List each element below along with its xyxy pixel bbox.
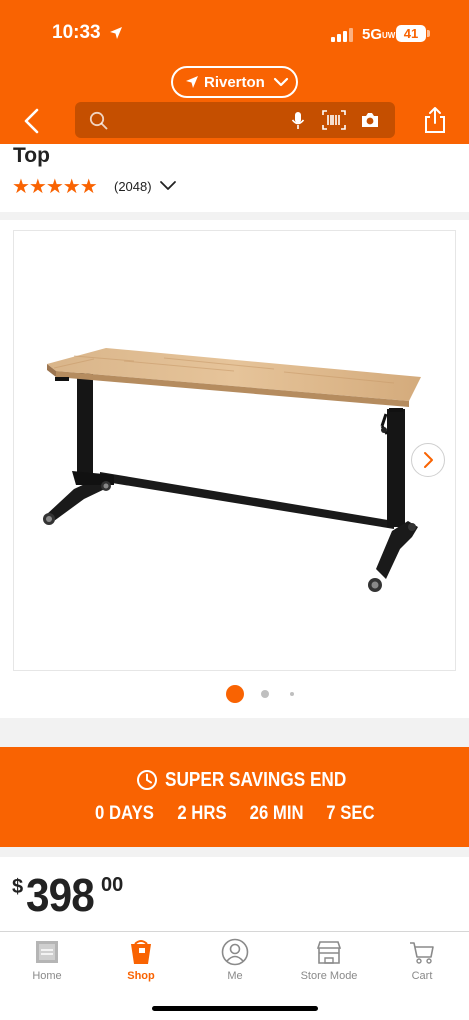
battery-tip bbox=[427, 30, 430, 37]
countdown-seconds: 7 SEC bbox=[326, 803, 375, 824]
tab-store-mode[interactable]: Store Mode bbox=[282, 932, 376, 992]
section-divider bbox=[0, 212, 469, 220]
back-button[interactable] bbox=[20, 108, 44, 134]
rating-stars-icon: ★★★★★ bbox=[12, 176, 98, 198]
super-savings-banner: SUPER SAVINGS END 0 DAYS 2 HRS 26 MIN 7 … bbox=[0, 747, 469, 847]
countdown-minutes: 26 MIN bbox=[249, 803, 304, 824]
store-location-label: Riverton bbox=[204, 74, 265, 91]
microphone-icon[interactable] bbox=[291, 111, 305, 131]
app-header: Riverton bbox=[0, 58, 469, 144]
product-title: Top bbox=[13, 144, 50, 167]
share-icon[interactable] bbox=[422, 106, 448, 134]
countdown-hours: 2 HRS bbox=[177, 803, 227, 824]
tab-label: Store Mode bbox=[300, 970, 358, 982]
tab-label: Cart bbox=[411, 970, 433, 982]
tab-shop[interactable]: Shop bbox=[94, 932, 188, 992]
location-arrow-icon bbox=[186, 76, 198, 88]
product-image bbox=[43, 348, 421, 592]
cart-icon bbox=[410, 942, 434, 964]
shop-bucket-icon bbox=[131, 940, 151, 964]
store-location-selector[interactable]: Riverton bbox=[171, 66, 298, 98]
clock-icon bbox=[137, 770, 157, 790]
chevron-down-icon[interactable] bbox=[159, 179, 177, 193]
tab-me[interactable]: Me bbox=[188, 932, 282, 992]
battery-level: 41 bbox=[396, 25, 426, 42]
gallery-pagination bbox=[0, 685, 469, 703]
pagination-dot[interactable] bbox=[290, 692, 294, 696]
location-arrow-icon bbox=[110, 27, 122, 39]
next-image-button[interactable] bbox=[411, 443, 445, 477]
promo-title: SUPER SAVINGS END bbox=[165, 769, 347, 791]
pagination-dot-active[interactable] bbox=[226, 685, 244, 703]
tab-label: Home bbox=[32, 970, 62, 982]
price-dollars: 398 bbox=[26, 869, 95, 921]
review-count: (2048) bbox=[114, 179, 152, 194]
status-time: 10:33 bbox=[52, 22, 101, 43]
tab-label: Me bbox=[227, 970, 243, 982]
cellular-signal-icon bbox=[331, 28, 355, 42]
status-bar: 10:33 5GUW 41 bbox=[0, 0, 469, 58]
camera-icon[interactable] bbox=[360, 111, 380, 129]
network-type: 5GUW bbox=[362, 26, 396, 43]
chevron-down-icon bbox=[273, 77, 289, 87]
pagination-dot[interactable] bbox=[261, 690, 269, 698]
section-divider bbox=[0, 847, 469, 857]
price-cents: 00 bbox=[101, 874, 124, 896]
price-currency: $ bbox=[12, 876, 24, 898]
search-icon bbox=[89, 111, 108, 130]
countdown-days: 0 DAYS bbox=[95, 803, 155, 824]
chevron-right-icon bbox=[424, 452, 433, 468]
tab-home[interactable]: Home bbox=[0, 932, 94, 992]
product-image-gallery[interactable] bbox=[13, 230, 456, 671]
home-depot-logo-icon bbox=[36, 941, 58, 963]
home-indicator[interactable] bbox=[152, 1006, 318, 1011]
store-icon bbox=[316, 941, 342, 964]
tab-cart[interactable]: Cart bbox=[375, 932, 469, 992]
search-input[interactable] bbox=[75, 102, 395, 138]
section-divider bbox=[0, 718, 469, 747]
person-icon bbox=[221, 938, 249, 966]
promo-countdown: 0 DAYS 2 HRS 26 MIN 7 SEC bbox=[0, 803, 469, 825]
tab-label: Shop bbox=[127, 970, 155, 982]
barcode-scan-icon[interactable] bbox=[322, 110, 346, 130]
